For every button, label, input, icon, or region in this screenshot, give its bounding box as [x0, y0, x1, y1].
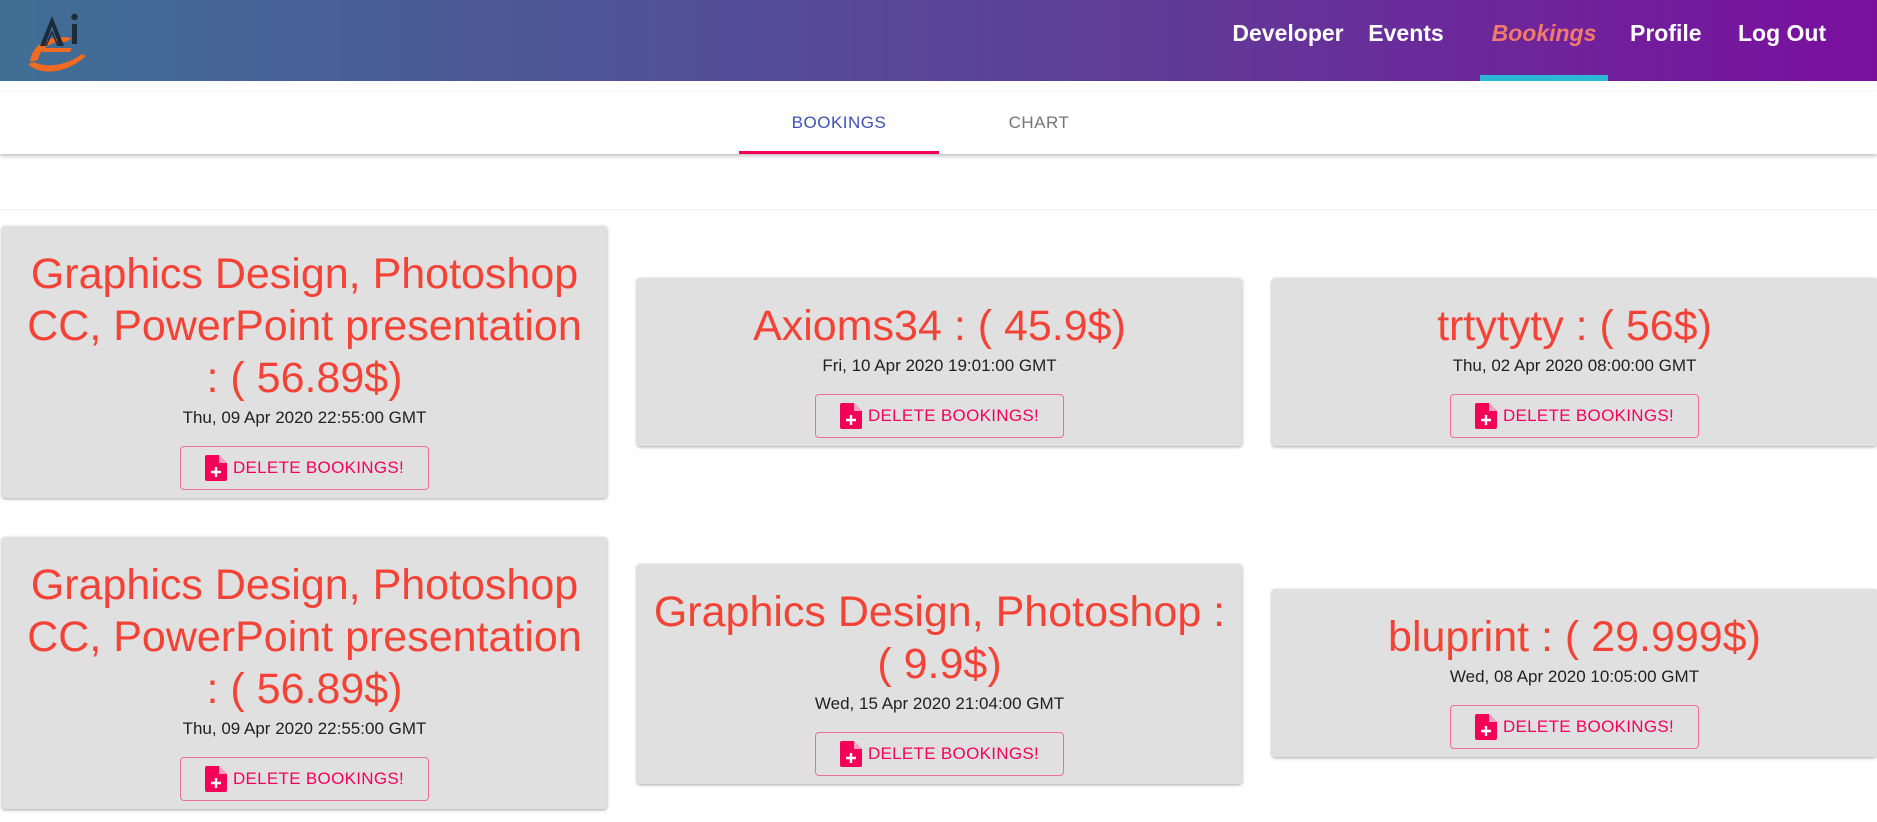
delete-button-label: DELETE BOOKINGS!: [232, 769, 405, 788]
booking-card: Axioms34 : ( 45.9$) Fri, 10 Apr 2020 19:…: [637, 278, 1242, 446]
booking-date: Thu, 09 Apr 2020 22:55:00 GMT: [182, 408, 427, 427]
nav-logout[interactable]: Log Out: [1738, 0, 1826, 81]
delete-booking-button[interactable]: DELETE BOOKINGS!: [1450, 394, 1699, 438]
booking-title: Axioms34 : ( 45.9$): [753, 302, 1126, 350]
delete-button-label: DELETE BOOKINGS!: [1502, 717, 1675, 736]
booking-date: Wed, 08 Apr 2020 10:05:00 GMT: [1449, 667, 1700, 686]
nav-profile[interactable]: Profile: [1630, 0, 1702, 81]
tab-bookings[interactable]: BOOKINGS: [739, 92, 939, 154]
delete-button-label: DELETE BOOKINGS!: [1502, 406, 1675, 425]
booking-card: Graphics Design, Photoshop CC, PowerPoin…: [2, 537, 607, 809]
content-divider: [0, 209, 1877, 210]
main-nav: Developer Events Bookings Profile Log Ou…: [1230, 0, 1877, 81]
tab-chart[interactable]: CHART: [939, 92, 1139, 154]
delete-booking-button[interactable]: DELETE BOOKINGS!: [815, 732, 1064, 776]
delete-button-label: DELETE BOOKINGS!: [867, 406, 1040, 425]
nav-events[interactable]: Events: [1368, 0, 1444, 81]
note-add-icon: [839, 403, 862, 429]
booking-card: trtytyty : ( 56$) Thu, 02 Apr 2020 08:00…: [1272, 278, 1877, 446]
nav-developer[interactable]: Developer: [1230, 0, 1346, 81]
booking-date: Wed, 15 Apr 2020 21:04:00 GMT: [814, 694, 1065, 713]
app-header: Developer Events Bookings Profile Log Ou…: [0, 0, 1877, 81]
booking-card: Graphics Design, Photoshop : ( 9.9$) Wed…: [637, 564, 1242, 784]
nav-bookings[interactable]: Bookings: [1480, 0, 1608, 81]
delete-button-label: DELETE BOOKINGS!: [232, 458, 405, 477]
delete-booking-button[interactable]: DELETE BOOKINGS!: [1450, 705, 1699, 749]
booking-title: Graphics Design, Photoshop CC, PowerPoin…: [27, 561, 582, 713]
booking-date: Thu, 02 Apr 2020 08:00:00 GMT: [1452, 356, 1697, 375]
note-add-icon: [204, 766, 227, 792]
booking-title: bluprint : ( 29.999$): [1388, 613, 1761, 661]
booking-title: Graphics Design, Photoshop : ( 9.9$): [653, 588, 1226, 688]
logo-icon[interactable]: [22, 4, 104, 76]
delete-button-label: DELETE BOOKINGS!: [867, 744, 1040, 763]
delete-booking-button[interactable]: DELETE BOOKINGS!: [815, 394, 1064, 438]
booking-title: Graphics Design, Photoshop CC, PowerPoin…: [27, 250, 582, 402]
booking-card: bluprint : ( 29.999$) Wed, 08 Apr 2020 1…: [1272, 589, 1877, 757]
tab-bar: BOOKINGS CHART: [0, 92, 1877, 154]
note-add-icon: [204, 455, 227, 481]
booking-date: Fri, 10 Apr 2020 19:01:00 GMT: [822, 356, 1057, 375]
note-add-icon: [839, 741, 862, 767]
delete-booking-button[interactable]: DELETE BOOKINGS!: [180, 757, 429, 801]
booking-title: trtytyty : ( 56$): [1437, 302, 1712, 350]
booking-date: Thu, 09 Apr 2020 22:55:00 GMT: [182, 719, 427, 738]
note-add-icon: [1474, 403, 1497, 429]
booking-card: Graphics Design, Photoshop CC, PowerPoin…: [2, 226, 607, 498]
delete-booking-button[interactable]: DELETE BOOKINGS!: [180, 446, 429, 490]
note-add-icon: [1474, 714, 1497, 740]
